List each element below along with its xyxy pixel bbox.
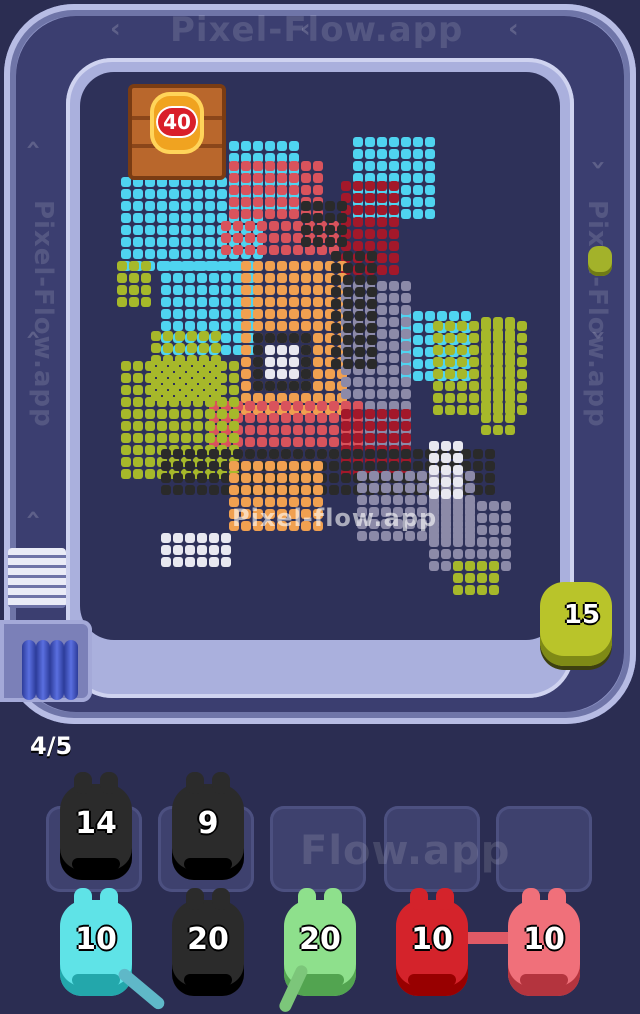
piece-ear (186, 772, 204, 794)
piece-ear (324, 888, 342, 910)
piece-ear (186, 888, 204, 910)
piece-ear (410, 888, 428, 910)
dispenser-coil (50, 640, 64, 700)
shooter-piece-value: 20 (299, 922, 341, 957)
target-counter-badge: 40 (150, 92, 204, 154)
dispenser-coil (22, 640, 36, 700)
piece-ear (522, 888, 540, 910)
queue-progress: 4/5 (30, 732, 73, 760)
snow-region (429, 441, 463, 499)
piece-belt (184, 974, 232, 986)
piece-belt (184, 858, 232, 870)
piece-ear (298, 888, 316, 910)
shooter-piece-value: 10 (411, 922, 453, 957)
foliage-region (453, 561, 499, 595)
piece-ear (212, 772, 230, 794)
moving-shooter-icon (588, 246, 612, 276)
active-shooter-value: 15 (563, 600, 601, 630)
snow-region (161, 533, 231, 567)
piece-ear (100, 888, 118, 910)
piece-belt (520, 974, 568, 986)
queue-slot[interactable] (496, 806, 592, 892)
piece-belt (72, 858, 120, 870)
shooter-piece-value: 14 (75, 806, 117, 841)
piece-ear (436, 888, 454, 910)
window-pane (265, 345, 299, 379)
dispenser-coil (64, 640, 78, 700)
sky-region (161, 261, 255, 355)
piece-ear (548, 888, 566, 910)
piece-ear (100, 772, 118, 794)
sky-region (229, 141, 299, 211)
dispenser-coil (36, 640, 50, 700)
pixel-art-house (117, 137, 527, 595)
shooter-piece-value: 10 (75, 922, 117, 957)
piece-ear (212, 888, 230, 910)
watermark-center: Pixel-flow.app (232, 504, 438, 532)
piece-ear (74, 772, 92, 794)
shooter-piece-value: 9 (197, 806, 219, 841)
target-counter-value: 40 (156, 106, 198, 138)
shooter-piece-value: 20 (187, 922, 229, 957)
piece-belt (408, 974, 456, 986)
shooter-piece-value: 10 (523, 922, 565, 957)
band-shadow-region (341, 409, 411, 479)
piece-ear (74, 888, 92, 910)
watermark-slots: Flow.app (300, 828, 511, 874)
piece-belt (72, 974, 120, 986)
foliage-region (117, 261, 151, 307)
